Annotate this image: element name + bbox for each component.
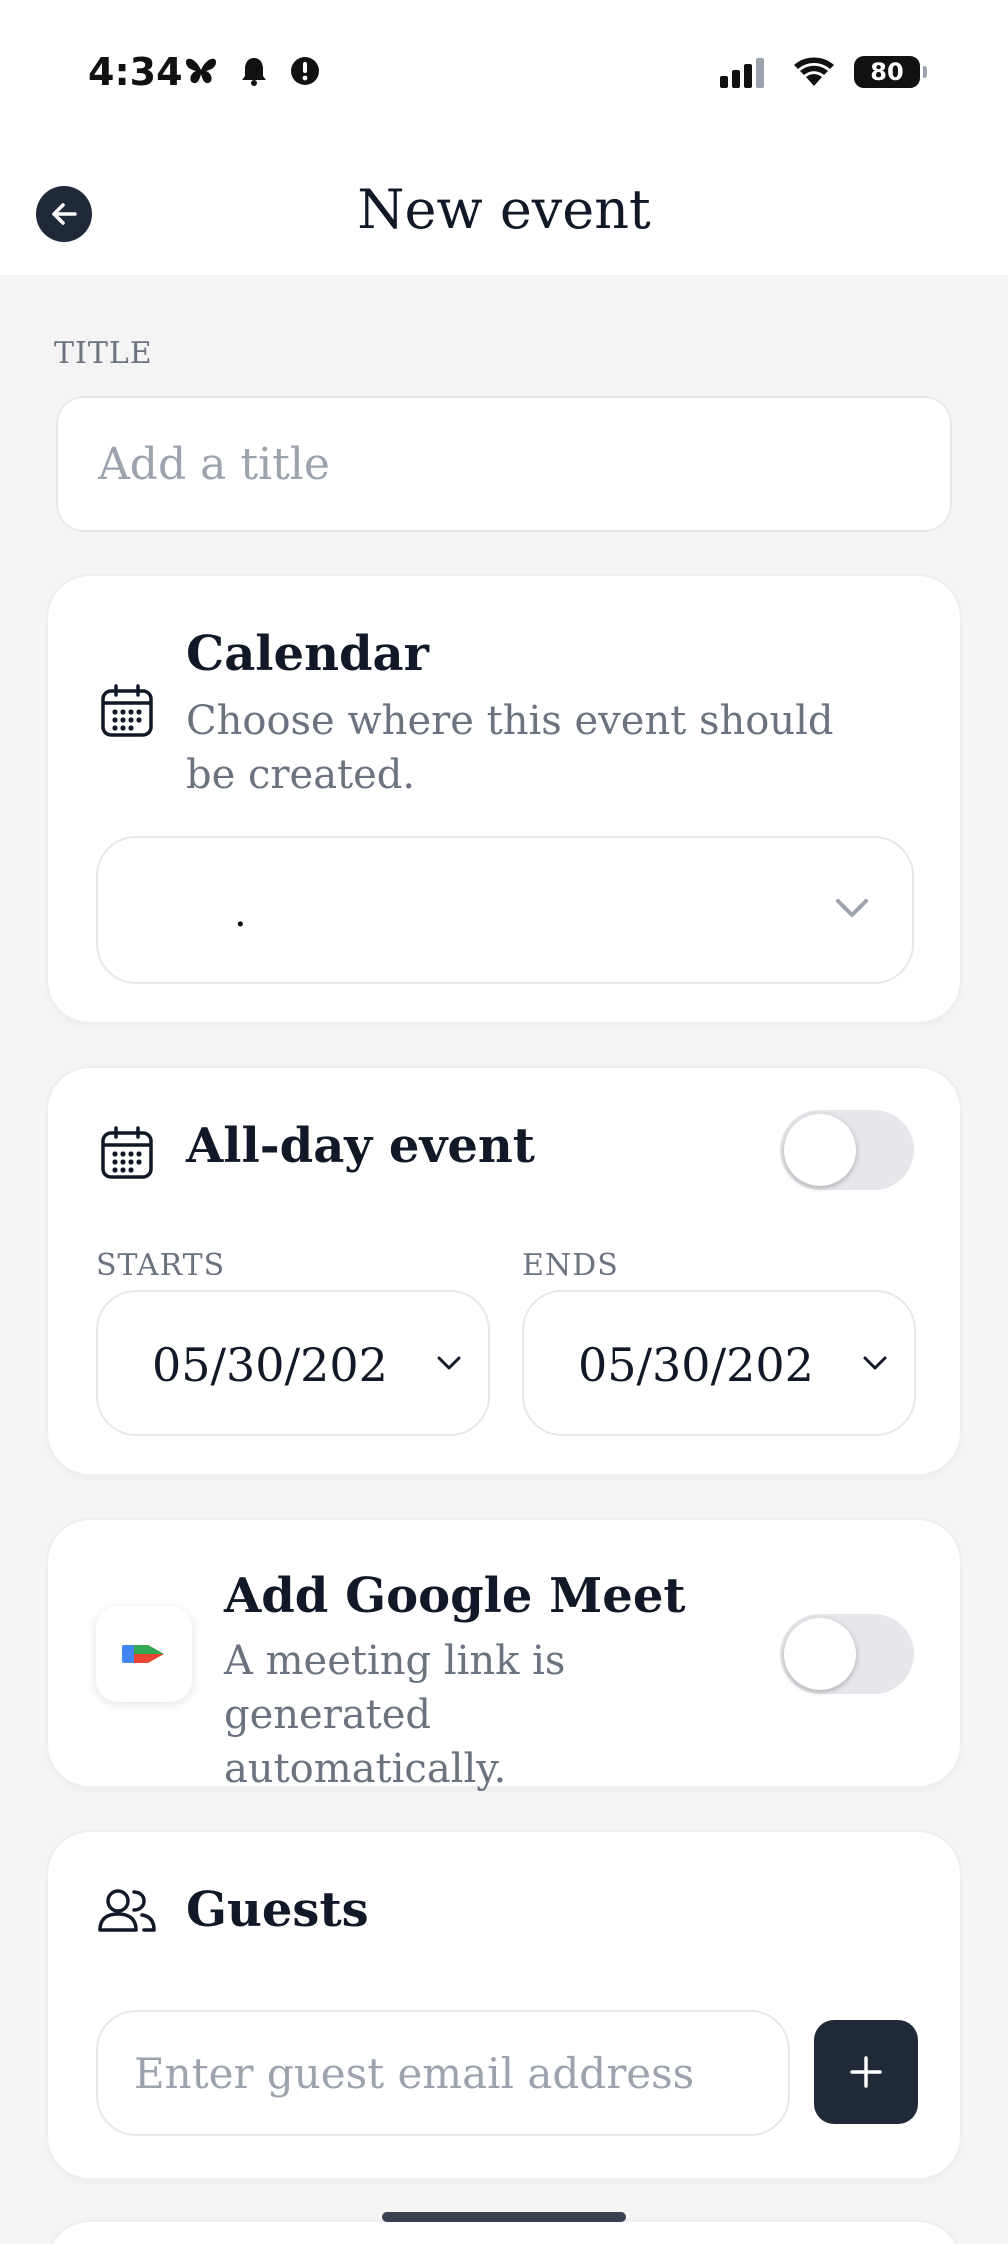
google-meet-card: Add Google Meet A meeting link is genera… <box>46 1518 962 1792</box>
calendar-icon <box>101 1126 153 1179</box>
alert-icon <box>291 57 319 85</box>
calendar-title: Calendar <box>186 626 429 682</box>
google-meet-logo <box>96 1606 192 1702</box>
end-date-value: 05/30/2026 <box>578 1338 810 1392</box>
google-meet-icon <box>122 1645 164 1663</box>
battery-indicator: 80 <box>854 56 927 88</box>
status-time: 4:34 <box>88 50 183 94</box>
calendar-card: Calendar Choose where this event should … <box>46 574 962 1024</box>
next-card <box>46 2220 962 2244</box>
starts-label: STARTS <box>96 1248 226 1283</box>
end-date-select[interactable]: 05/30/2026 <box>522 1290 916 1436</box>
header: New event <box>0 140 1008 275</box>
calendar-select[interactable]: . <box>96 836 914 984</box>
toggle-knob <box>784 1618 856 1690</box>
google-meet-title: Add Google Meet <box>224 1568 686 1624</box>
plus-icon <box>850 2056 882 2088</box>
notification-icons <box>184 56 320 86</box>
users-icon <box>98 1889 156 1932</box>
title-label: TITLE <box>54 336 153 371</box>
guests-card: Guests <box>46 1830 962 2180</box>
chevron-down-icon <box>836 899 868 917</box>
chevron-down-icon <box>863 1356 887 1370</box>
chevron-down-icon <box>437 1356 461 1370</box>
wifi-icon <box>794 57 834 86</box>
bell-icon <box>242 58 266 86</box>
google-meet-toggle[interactable] <box>780 1614 914 1694</box>
guest-email-input[interactable] <box>96 2010 790 2136</box>
home-indicator <box>382 2212 626 2222</box>
calendar-icon <box>101 684 153 737</box>
system-icons: 80 <box>720 56 927 88</box>
all-day-title: All-day event <box>186 1118 535 1174</box>
signal-icon <box>720 58 764 88</box>
title-input[interactable] <box>56 396 952 532</box>
all-day-toggle[interactable] <box>780 1110 914 1190</box>
calendar-description: Choose where this event should be create… <box>186 698 834 798</box>
all-day-card: All-day event STARTS ENDS 05/30/2026 05/… <box>46 1066 962 1476</box>
toggle-knob <box>784 1114 856 1186</box>
butterfly-icon <box>186 58 216 84</box>
status-bar: 4:34 80 <box>0 0 1008 140</box>
page-title: New event <box>357 178 651 241</box>
calendar-selected-value: . <box>234 890 247 936</box>
start-date-select[interactable]: 05/30/2026 <box>96 1290 490 1436</box>
ends-label: ENDS <box>522 1248 619 1283</box>
guests-title: Guests <box>186 1882 369 1938</box>
add-guest-button[interactable] <box>814 2020 918 2124</box>
google-meet-description: A meeting link is generated automaticall… <box>224 1638 566 1792</box>
start-date-value: 05/30/2026 <box>152 1338 384 1392</box>
